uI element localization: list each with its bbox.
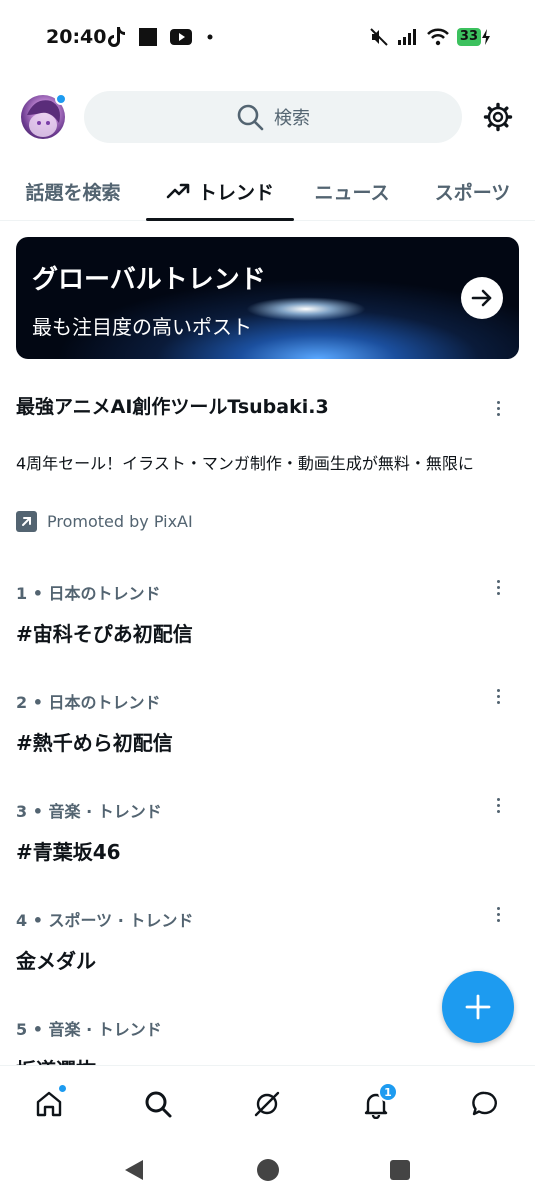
trend-meta: 1 • 日本のトレンド <box>16 584 161 603</box>
search-placeholder: 検索 <box>274 108 310 129</box>
explore-tabs: 話題を検索 トレンド ニュース スポーツ <box>0 162 535 221</box>
signal-icon <box>397 29 416 45</box>
more-options-icon[interactable] <box>488 793 508 817</box>
trend-name: #熱千めら初配信 <box>16 731 173 755</box>
home-button-icon[interactable] <box>256 1158 280 1182</box>
dot-icon <box>207 34 213 40</box>
trend-item[interactable]: 5 • 音楽 · トレンド 坂道選抜 <box>16 1016 519 1065</box>
battery-level: 33 <box>456 28 481 46</box>
promoted-description: 4周年セール！イラスト・マンガ制作・動画生成が無料・無限に <box>16 454 474 473</box>
settings-button[interactable] <box>483 102 513 132</box>
more-options-icon[interactable] <box>488 902 508 926</box>
youtube-icon <box>170 29 192 45</box>
arrow-right-icon <box>471 289 492 307</box>
charging-icon <box>482 29 490 45</box>
system-nav-bar <box>0 1141 535 1200</box>
trending-icon <box>166 183 190 199</box>
message-icon <box>472 1091 497 1116</box>
search-input[interactable]: 検索 <box>84 91 462 143</box>
more-options-icon[interactable] <box>488 396 508 420</box>
tab-label: ニュース <box>314 181 390 204</box>
status-time: 20:40 <box>46 26 107 48</box>
trend-item[interactable]: 1 • 日本のトレンド #宙科そぴあ初配信 <box>16 580 519 689</box>
global-trends-banner[interactable]: グローバルトレンド 最も注目度の高いポスト <box>16 237 519 359</box>
nav-grok[interactable] <box>247 1084 287 1124</box>
back-icon[interactable] <box>122 1158 146 1182</box>
trend-item[interactable]: 2 • 日本のトレンド #熱千めら初配信 <box>16 689 519 798</box>
status-system-icons: 33 <box>369 27 491 47</box>
tab-label: 話題を検索 <box>25 181 121 204</box>
trend-name: 金メダル <box>16 949 96 973</box>
search-icon <box>145 1091 172 1118</box>
tab-label: スポーツ <box>434 181 511 204</box>
status-bar: 20:40 33 <box>0 0 535 76</box>
square-icon <box>139 28 157 46</box>
tab-news[interactable]: ニュース <box>294 162 410 220</box>
banner-subtitle: 最も注目度の高いポスト <box>32 315 252 339</box>
trend-meta: 3 • 音楽 · トレンド <box>16 802 162 821</box>
bottom-nav: 1 <box>0 1065 535 1141</box>
tab-explore[interactable]: 話題を検索 <box>0 162 146 220</box>
search-icon <box>237 104 264 131</box>
trend-name: #宙科そぴあ初配信 <box>16 622 193 646</box>
trend-meta: 2 • 日本のトレンド <box>16 693 161 712</box>
promoted-trend[interactable]: 最強アニメAI創作ツールTsubaki.3 4周年セール！イラスト・マンガ制作・… <box>16 392 519 532</box>
trend-name: #青葉坂46 <box>16 840 121 864</box>
promoted-icon <box>16 511 37 532</box>
promoted-by-label: Promoted by PixAI <box>47 512 193 531</box>
earth-glow <box>246 297 366 321</box>
tab-sports[interactable]: スポーツ <box>410 162 535 220</box>
trend-meta: 5 • 音楽 · トレンド <box>16 1020 162 1039</box>
plus-icon <box>465 994 491 1020</box>
tab-label: トレンド <box>197 181 274 204</box>
mute-icon <box>370 28 388 46</box>
nav-search[interactable] <box>138 1084 178 1124</box>
promoted-title: 最強アニメAI創作ツールTsubaki.3 <box>16 396 329 418</box>
home-notification-dot <box>57 1083 68 1094</box>
banner-arrow-button[interactable] <box>461 277 503 319</box>
more-options-icon[interactable] <box>488 684 508 708</box>
battery-indicator: 33 <box>456 28 491 46</box>
grok-icon <box>254 1091 280 1117</box>
trend-item[interactable]: 3 • 音楽 · トレンド #青葉坂46 <box>16 798 519 907</box>
promoted-by: Promoted by PixAI <box>16 511 193 532</box>
wifi-icon <box>427 28 449 46</box>
tiktok-icon <box>108 27 125 47</box>
notification-badge: 1 <box>378 1082 398 1102</box>
status-notification-icons <box>106 26 216 48</box>
top-header: 検索 <box>0 88 535 148</box>
avatar-notification-dot <box>55 93 67 105</box>
tab-active-indicator <box>146 218 294 221</box>
nav-messages[interactable] <box>465 1084 505 1124</box>
trend-name: 坂道選抜 <box>16 1054 96 1065</box>
more-options-icon[interactable] <box>488 575 508 599</box>
gear-icon <box>483 102 513 132</box>
tab-trending[interactable]: トレンド <box>146 162 294 221</box>
recents-icon[interactable] <box>389 1159 411 1181</box>
trend-meta: 4 • スポーツ · トレンド <box>16 911 194 930</box>
compose-button[interactable] <box>442 971 514 1043</box>
banner-title: グローバルトレンド <box>32 265 266 295</box>
